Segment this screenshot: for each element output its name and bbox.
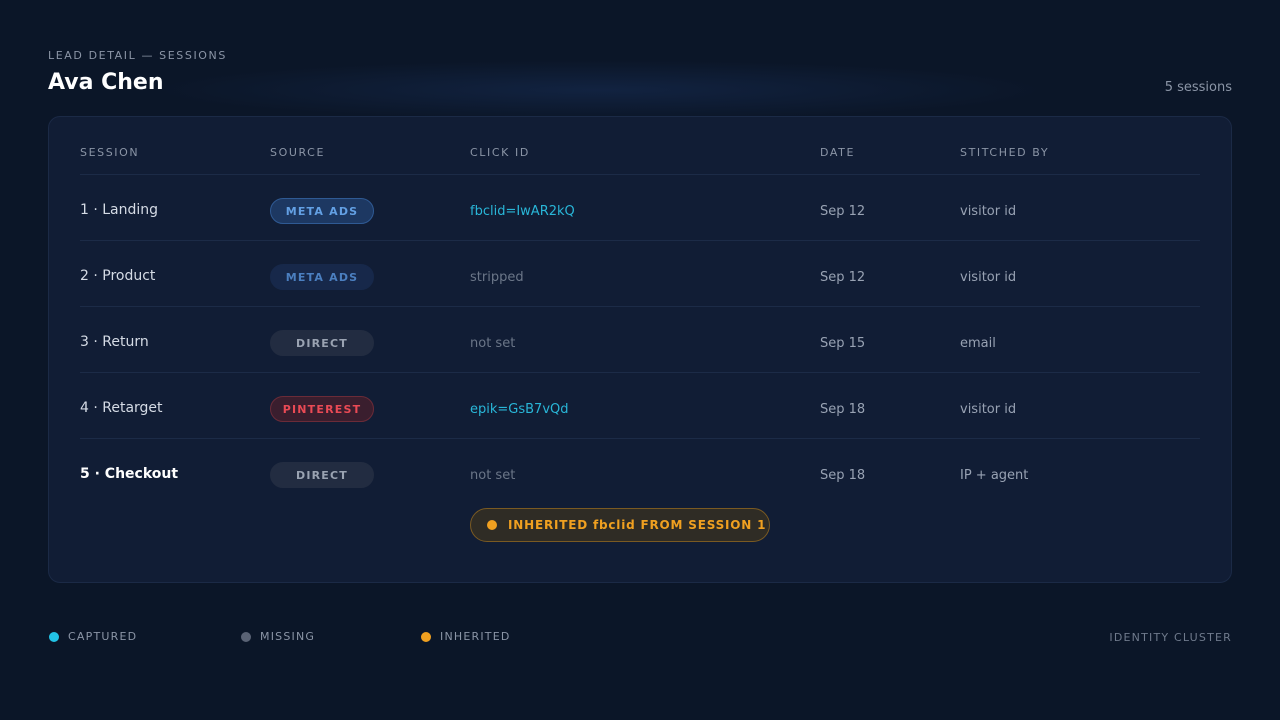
inherited-dot-icon <box>487 520 497 530</box>
session-label: 4 · Retarget <box>80 400 163 416</box>
legend-item-missing: MISSING <box>241 630 315 643</box>
header-glow <box>150 60 1050 120</box>
stitched-by-value: visitor id <box>960 402 1017 417</box>
row-divider <box>80 306 1200 307</box>
source-badge-meta-ads: META ADS <box>270 264 374 290</box>
stitched-by-value: visitor id <box>960 270 1017 285</box>
identity-cluster-label: IDENTITY CLUSTER <box>1109 631 1232 644</box>
legend-label: MISSING <box>260 630 316 643</box>
column-header-source: SOURCE <box>270 146 326 159</box>
click-id-value: not set <box>470 468 516 483</box>
captured-dot-icon <box>49 631 59 642</box>
source-badge-direct: DIRECT <box>270 330 374 356</box>
inherited-note: INHERITED fbclid FROM SESSION 1 <box>508 518 767 532</box>
session-date: Sep 12 <box>820 270 866 285</box>
session-date: Sep 15 <box>820 336 866 351</box>
row-divider <box>80 240 1200 241</box>
inherited-dot-icon <box>421 631 431 642</box>
session-label: 5 · Checkout <box>80 466 179 482</box>
page-eyebrow: LEAD DETAIL — SESSIONS <box>48 49 227 62</box>
column-header-session: SESSION <box>80 146 140 159</box>
click-id-value: stripped <box>470 270 524 285</box>
column-header-click-id: CLICK ID <box>470 146 530 159</box>
page-title: Ava Chen <box>48 70 164 95</box>
column-header-date: DATE <box>820 146 856 159</box>
inherited-click-id-badge: INHERITED fbclid FROM SESSION 1 <box>470 508 770 542</box>
click-id-value: not set <box>470 336 516 351</box>
click-id-value: epik=GsB7vQd <box>470 402 569 417</box>
stitched-by-value: email <box>960 336 996 351</box>
session-date: Sep 18 <box>820 468 866 483</box>
legend-label: INHERITED <box>440 630 511 643</box>
click-id-value: fbclid=IwAR2kQ <box>470 204 575 219</box>
source-badge-direct: DIRECT <box>270 462 374 488</box>
source-badge-pinterest: PINTEREST <box>270 396 374 422</box>
header-divider <box>80 174 1200 175</box>
row-divider <box>80 372 1200 373</box>
session-count: 5 sessions <box>1164 80 1232 95</box>
session-label: 2 · Product <box>80 268 156 284</box>
legend-item-captured: CAPTURED <box>49 630 137 643</box>
session-date: Sep 12 <box>820 204 866 219</box>
session-label: 1 · Landing <box>80 202 159 218</box>
source-badge-meta-ads: META ADS <box>270 198 374 224</box>
stitched-by-value: visitor id <box>960 204 1017 219</box>
row-divider <box>80 438 1200 439</box>
missing-dot-icon <box>241 631 251 642</box>
session-date: Sep 18 <box>820 402 866 417</box>
session-label: 3 · Return <box>80 334 149 350</box>
column-header-stitched-by: STITCHED BY <box>960 146 1050 159</box>
legend-item-inherited: INHERITED <box>421 630 511 643</box>
legend-label: CAPTURED <box>68 630 138 643</box>
stitched-by-value: IP + agent <box>960 468 1029 483</box>
